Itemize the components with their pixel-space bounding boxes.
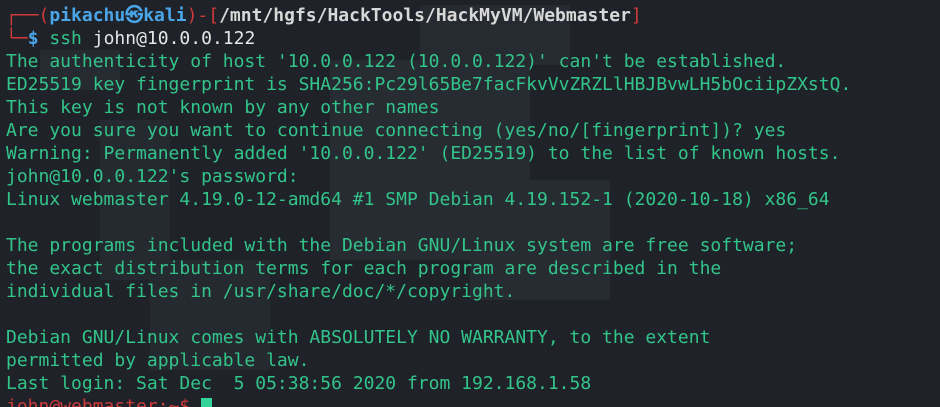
output-line: Last login: Sat Dec 5 05:38:56 2020 from… <box>6 373 592 394</box>
output-line: john@10.0.0.122's password: <box>6 166 299 187</box>
terminal-output: ┌──(pikachu㉿kali)-[/mnt/hgfs/HackTools/H… <box>6 4 940 407</box>
prompt-header-line: ┌──(pikachu㉿kali)-[/mnt/hgfs/HackTools/H… <box>6 4 940 27</box>
remote-prompt: john@webmaster:~$ <box>6 396 202 407</box>
output-line: Are you sure you want to continue connec… <box>6 120 787 141</box>
prompt-host: kali <box>143 5 187 26</box>
output-line: the exact distribution terms for each pr… <box>6 258 722 279</box>
prompt-corner-top: ┌──( <box>6 5 50 26</box>
prompt-at-icon: ㉿ <box>125 5 144 26</box>
terminal-window[interactable]: ┌──(pikachu㉿kali)-[/mnt/hgfs/HackTools/H… <box>0 0 940 407</box>
output-line: The programs included with the Debian GN… <box>6 235 798 256</box>
prompt-dollar: $ <box>27 28 39 49</box>
output-line: permitted by applicable law. <box>6 350 310 371</box>
remote-prompt-line[interactable]: john@webmaster:~$ <box>6 395 940 407</box>
command-line: └─$ ssh john@10.0.0.122 <box>6 27 940 50</box>
output-line: Warning: Permanently added '10.0.0.122' … <box>6 143 841 164</box>
output-line: The authenticity of host '10.0.0.122 (10… <box>6 51 787 72</box>
output-line: ED25519 key fingerprint is SHA256:Pc29l6… <box>6 74 852 95</box>
output-line: Linux webmaster 4.19.0-12-amd64 #1 SMP D… <box>6 189 830 210</box>
prompt-bracket-sep: )-[ <box>186 5 220 26</box>
command-name: ssh <box>49 28 82 49</box>
prompt-corner-bottom: └─ <box>6 28 28 49</box>
prompt-path: /mnt/hgfs/HackTools/HackMyVM/Webmaster <box>219 5 631 26</box>
output-line: This key is not known by any other names <box>6 97 440 118</box>
prompt-user: pikachu <box>49 5 126 26</box>
prompt-bracket-close: ] <box>630 5 642 26</box>
command-args: john@10.0.0.122 <box>92 28 256 49</box>
text-cursor[interactable] <box>201 398 213 407</box>
output-line: Debian GNU/Linux comes with ABSOLUTELY N… <box>6 327 711 348</box>
output-line: individual files in /usr/share/doc/*/cop… <box>6 281 516 302</box>
